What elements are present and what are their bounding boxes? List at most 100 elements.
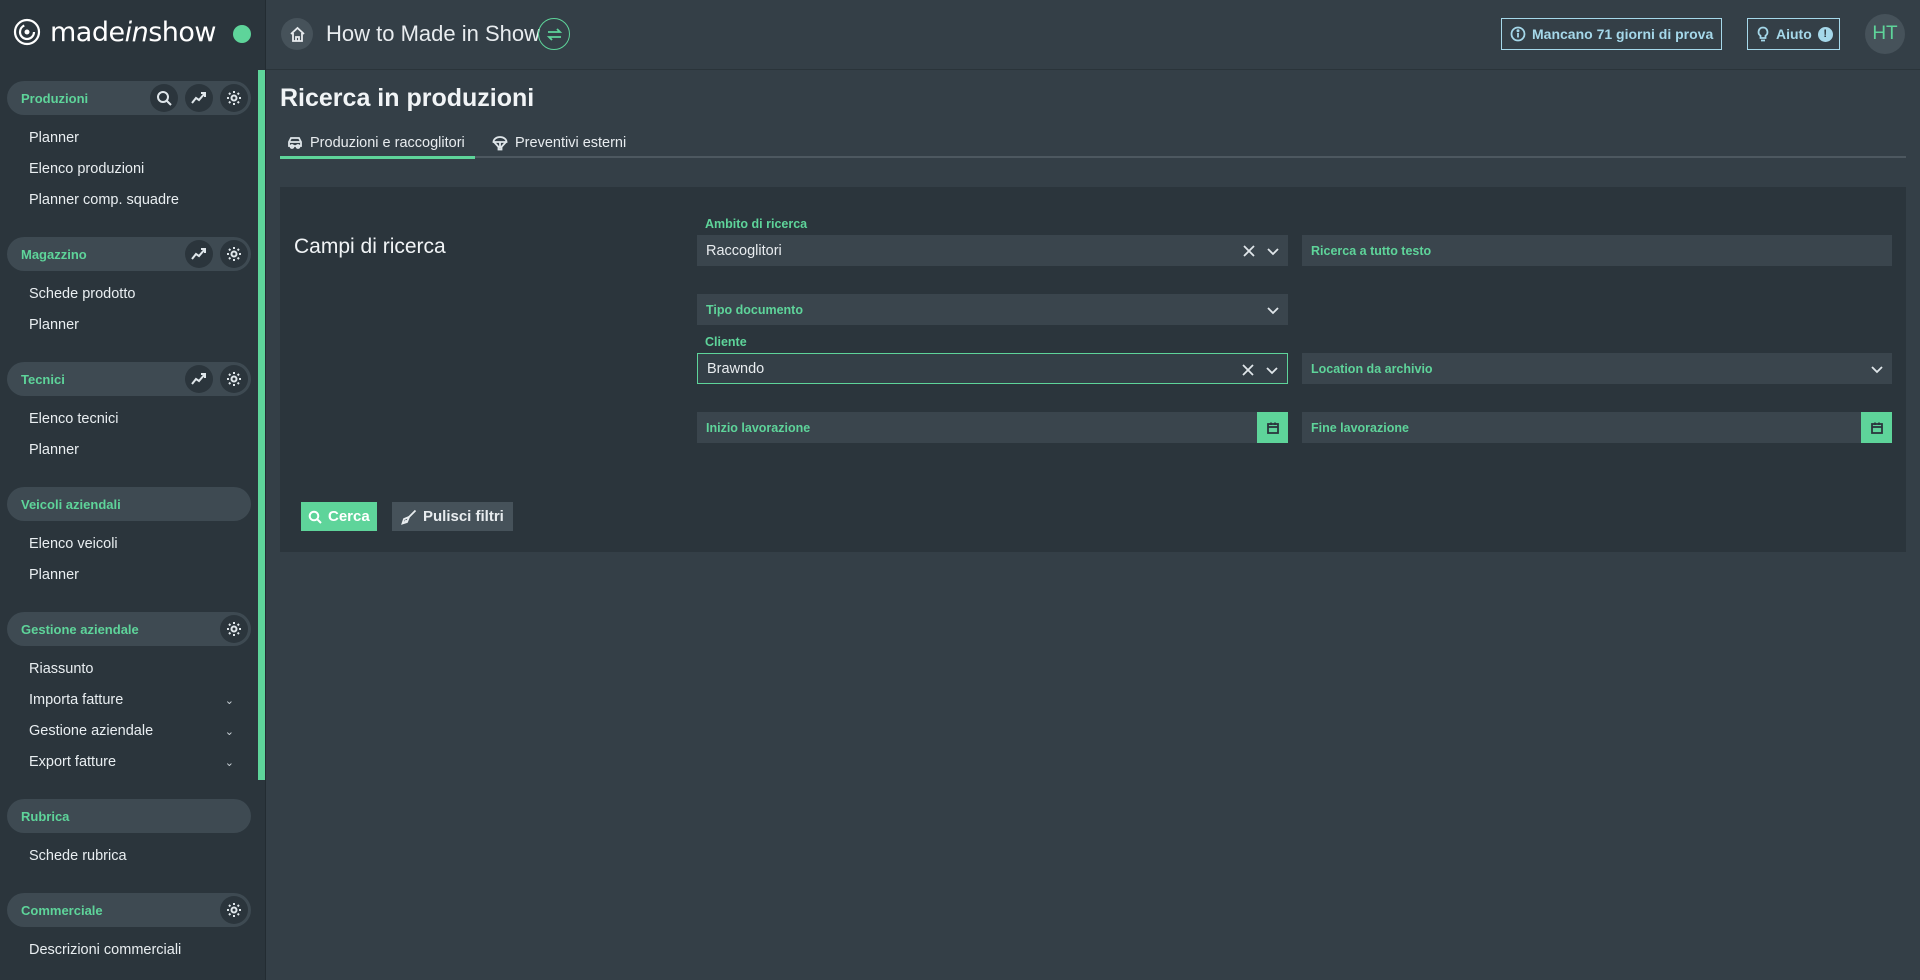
switch-account-button[interactable] — [538, 18, 570, 50]
close-icon[interactable] — [1241, 363, 1255, 377]
nav-item-planner-magazzino[interactable]: Planner — [29, 317, 239, 333]
parachute-icon — [492, 136, 508, 151]
nav-item-planner[interactable]: Planner — [29, 130, 239, 146]
section-title: Commerciale — [21, 902, 103, 918]
logo[interactable]: madeinshow — [12, 14, 217, 50]
cliente-value: Brawndo — [707, 360, 765, 377]
status-indicator — [233, 25, 251, 43]
ambito-value: Raccoglitori — [706, 242, 782, 259]
section-magazzino[interactable]: Magazzino — [7, 237, 251, 271]
inizio-lavorazione-input[interactable]: Inizio lavorazione — [697, 412, 1288, 443]
section-veicoli-aziendali[interactable]: Veicoli aziendali — [7, 487, 251, 521]
chevron-down-icon: ⌄ — [224, 725, 234, 738]
cliente-select[interactable]: Brawndo — [697, 353, 1288, 384]
clear-filters-button[interactable]: Pulisci filtri — [392, 502, 513, 531]
tab-produzioni-e-raccoglitori[interactable]: Produzioni e raccoglitori — [287, 128, 465, 158]
nav-item-planner-comp-squadre[interactable]: Planner comp. squadre — [29, 192, 239, 208]
gear-icon[interactable] — [220, 365, 248, 393]
inizio-placeholder: Inizio lavorazione — [706, 420, 811, 435]
nav-item-gestione-aziendale[interactable]: Gestione aziendale ⌄ — [29, 723, 239, 739]
nav-item-schede-rubrica[interactable]: Schede rubrica — [29, 848, 239, 864]
close-icon[interactable] — [1242, 244, 1256, 258]
home-button[interactable] — [281, 18, 313, 50]
search-button-label: Cerca — [328, 508, 370, 525]
section-title: Rubrica — [21, 808, 70, 824]
car-icon — [288, 137, 302, 149]
fulltext-search-input[interactable]: Ricerca a tutto testo — [1302, 235, 1892, 266]
nav-item-planner-tecnici[interactable]: Planner — [29, 442, 239, 458]
tab-bar: Produzioni e raccoglitori Preventivi est… — [280, 128, 1906, 159]
section-title: Magazzino — [21, 246, 87, 262]
chart-icon[interactable] — [185, 84, 213, 112]
search-button[interactable]: Cerca — [301, 502, 377, 531]
section-produzioni[interactable]: Produzioni — [7, 81, 251, 115]
section-title: Veicoli aziendali — [21, 496, 121, 512]
fulltext-placeholder: Ricerca a tutto testo — [1311, 243, 1432, 258]
gear-icon[interactable] — [220, 84, 248, 112]
tab-preventivi-esterni[interactable]: Preventivi esterni — [492, 128, 626, 158]
help-label: Aiuto — [1776, 26, 1812, 42]
active-tab-indicator — [280, 156, 475, 159]
app-title: How to Made in Show — [326, 21, 540, 46]
nav-item-export-fatture[interactable]: Export fatture ⌄ — [29, 754, 239, 770]
nav-item-elenco-produzioni[interactable]: Elenco produzioni — [29, 161, 239, 177]
search-icon[interactable] — [150, 84, 178, 112]
calendar-button[interactable] — [1257, 412, 1288, 443]
topbar: How to Made in Show Mancano 71 giorni di… — [266, 0, 1920, 70]
trial-text: Mancano 71 giorni di prova — [1532, 26, 1714, 42]
section-title: Tecnici — [21, 371, 65, 387]
chevron-down-icon: ⌄ — [224, 756, 234, 769]
chevron-down-icon[interactable] — [1265, 363, 1279, 377]
logo-text: madeinshow — [50, 16, 217, 48]
chevron-down-icon[interactable] — [1266, 244, 1280, 258]
calendar-icon — [1870, 422, 1883, 434]
location-select[interactable]: Location da archivio — [1302, 353, 1892, 384]
tipo-documento-select[interactable]: Tipo documento — [697, 294, 1288, 325]
trial-badge[interactable]: Mancano 71 giorni di prova — [1501, 18, 1723, 50]
gear-icon[interactable] — [220, 896, 248, 924]
panel-title: Campi di ricerca — [294, 235, 446, 258]
section-gestione-aziendale[interactable]: Gestione aziendale — [7, 612, 251, 646]
nav-item-elenco-veicoli[interactable]: Elenco veicoli — [29, 536, 239, 552]
search-panel: Campi di ricerca Ambito di ricerca Racco… — [280, 187, 1906, 552]
help-button[interactable]: Aiuto ! — [1747, 18, 1840, 50]
fine-placeholder: Fine lavorazione — [1311, 420, 1409, 435]
section-title: Produzioni — [21, 90, 89, 106]
cliente-label: Cliente — [705, 335, 747, 349]
location-placeholder: Location da archivio — [1311, 361, 1433, 376]
nav-item-elenco-tecnici[interactable]: Elenco tecnici — [29, 411, 239, 427]
calendar-button[interactable] — [1861, 412, 1892, 443]
info-icon — [1510, 26, 1526, 42]
swap-icon — [546, 27, 562, 41]
gear-icon[interactable] — [220, 240, 248, 268]
chevron-down-icon[interactable] — [1266, 303, 1280, 317]
nav-item-importa-fatture[interactable]: Importa fatture ⌄ — [29, 692, 239, 708]
nav-item-schede-prodotto[interactable]: Schede prodotto — [29, 286, 239, 302]
fine-lavorazione-input[interactable]: Fine lavorazione — [1302, 412, 1892, 443]
tab-label: Produzioni e raccoglitori — [310, 135, 465, 151]
ambito-select[interactable]: Raccoglitori — [697, 235, 1288, 266]
nav-item-riassunto[interactable]: Riassunto — [29, 661, 239, 677]
nav-item-planner-veicoli[interactable]: Planner — [29, 567, 239, 583]
chevron-down-icon[interactable] — [1870, 362, 1884, 376]
sidebar-scrollbar[interactable] — [258, 70, 265, 780]
chart-icon[interactable] — [185, 365, 213, 393]
ambito-label: Ambito di ricerca — [705, 217, 808, 231]
chart-icon[interactable] — [185, 240, 213, 268]
page-title: Ricerca in produzioni — [280, 84, 535, 112]
section-tecnici[interactable]: Tecnici — [7, 362, 251, 396]
nav-item-descrizioni-commerciali[interactable]: Descrizioni commerciali — [29, 942, 239, 958]
tipo-documento-placeholder: Tipo documento — [706, 302, 803, 317]
section-title: Gestione aziendale — [21, 621, 139, 637]
chevron-down-icon: ⌄ — [224, 694, 234, 707]
home-icon — [289, 26, 305, 42]
calendar-icon — [1266, 422, 1279, 434]
gear-icon[interactable] — [220, 615, 248, 643]
section-rubrica[interactable]: Rubrica — [7, 799, 251, 833]
broom-icon — [401, 509, 417, 525]
avatar[interactable]: HT — [1865, 14, 1905, 54]
logo-icon — [13, 18, 41, 46]
tab-label: Preventivi esterni — [515, 135, 627, 151]
clear-button-label: Pulisci filtri — [423, 508, 504, 525]
section-commerciale[interactable]: Commerciale — [7, 893, 251, 927]
